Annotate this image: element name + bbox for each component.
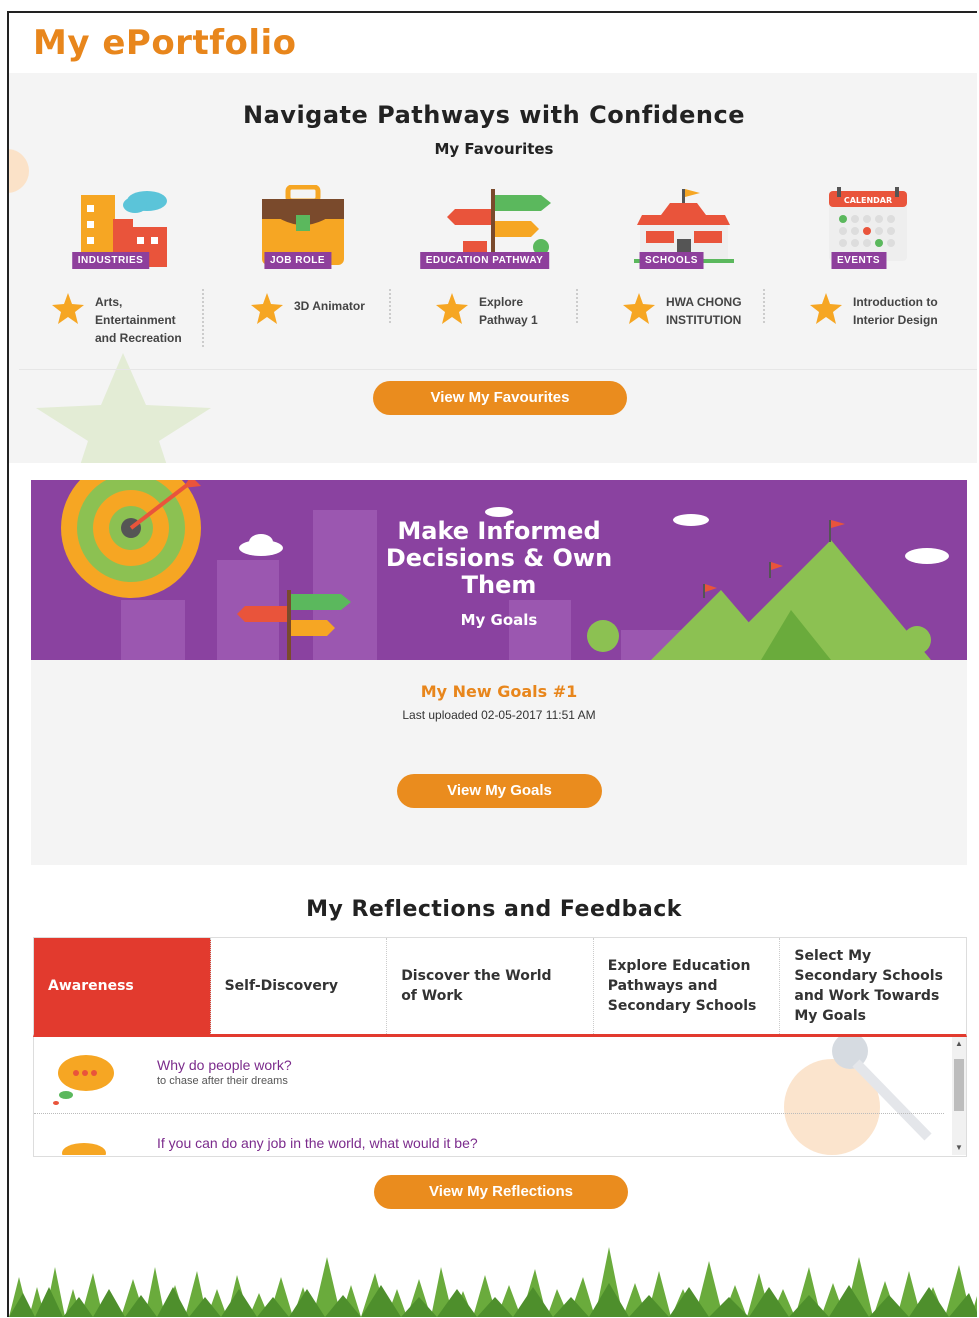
star-icon: [52, 293, 84, 324]
tab-explore-education-pathways[interactable]: Explore Education Pathways and Secondary…: [594, 938, 781, 1034]
goal-title[interactable]: My New Goals #1: [31, 682, 967, 701]
list-item[interactable]: Why do people work? to chase after their…: [34, 1037, 944, 1114]
list-item[interactable]: If you can do any job in the world, what…: [34, 1127, 944, 1156]
favourite-item-name: Introduction to Interior Design: [853, 295, 938, 327]
favourite-item[interactable]: Introduction to Interior Design: [809, 289, 944, 359]
favourite-item-name: HWA CHONG INSTITUTION: [666, 295, 742, 327]
favourites-section: Navigate Pathways with Confidence My Fav…: [9, 73, 977, 463]
thought-bubble-icon: [53, 1055, 114, 1105]
category-events[interactable]: CALENDAR EVENTS Introduction to Interior…: [765, 185, 952, 360]
goals-panel: My New Goals #1 Last uploaded 02-05-2017…: [31, 660, 967, 865]
favourite-item[interactable]: Arts, Entertainment and Recreation: [51, 289, 196, 359]
category-schools[interactable]: SCHOOLS HWA CHONG INSTITUTION: [578, 185, 765, 360]
category-industries[interactable]: INDUSTRIES Arts, Entertainment and Recre…: [17, 185, 204, 360]
scroll-down-icon[interactable]: ▼: [954, 1143, 964, 1153]
reflection-tabs: Awareness Self-Discovery Discover the Wo…: [33, 937, 967, 1037]
favourite-item-name: Explore Pathway 1: [479, 295, 538, 327]
star-icon: [436, 293, 468, 324]
goals-banner-subtitle: My Goals: [460, 611, 538, 629]
thought-bubble-icon: [62, 1143, 106, 1155]
favourite-item[interactable]: HWA CHONG INSTITUTION: [622, 289, 757, 359]
favourites-subheading: My Favourites: [434, 140, 554, 158]
star-icon: [623, 293, 655, 324]
tab-self-discovery[interactable]: Self-Discovery: [211, 938, 388, 1034]
favourite-item-name: Arts, Entertainment and Recreation: [95, 295, 182, 345]
category-label: JOB ROLE: [263, 252, 332, 269]
reflection-answer: to chase after their dreams: [157, 1075, 288, 1087]
scroll-up-icon[interactable]: ▲: [954, 1039, 964, 1049]
reflection-question: Why do people work?: [157, 1057, 292, 1073]
category-label: INDUSTRIES: [71, 252, 150, 269]
tab-discover-world-of-work[interactable]: Discover the World of Work: [387, 938, 594, 1034]
calendar-text: CALENDAR: [844, 196, 892, 205]
category-job-role[interactable]: JOB ROLE 3D Animator: [204, 184, 391, 360]
reflections-heading: My Reflections and Feedback: [306, 897, 682, 922]
tab-select-secondary-schools[interactable]: Select My Secondary Schools and Work Tow…: [780, 938, 966, 1034]
scrollbar-thumb[interactable]: [954, 1059, 964, 1111]
category-education-pathway[interactable]: EDUCATION PATHWAY Explore Pathway 1: [391, 185, 578, 360]
category-label: EDUCATION PATHWAY: [419, 252, 550, 269]
reflection-list: Why do people work? to chase after their…: [33, 1037, 967, 1157]
goal-last-uploaded: Last uploaded 02-05-2017 11:51 AM: [402, 708, 596, 722]
reflection-question: If you can do any job in the world, what…: [157, 1135, 478, 1151]
favourite-item[interactable]: 3D Animator: [250, 289, 383, 359]
view-reflections-button[interactable]: View My Reflections: [374, 1175, 628, 1209]
star-icon: [251, 293, 283, 324]
reflection-scrollbar[interactable]: ▲ ▼: [952, 1037, 966, 1155]
favourites-heading: Navigate Pathways with Confidence: [243, 101, 745, 129]
star-icon: [810, 293, 842, 324]
goals-banner-title: Make Informed Decisions & Own Them: [385, 517, 613, 599]
eportfolio-page: My ePortfolio Navigate Pathways with Con…: [7, 11, 977, 1317]
view-goals-button[interactable]: View My Goals: [397, 774, 602, 808]
view-favourites-button[interactable]: View My Favourites: [373, 381, 627, 415]
goals-banner: Make Informed Decisions & Own Them My Go…: [31, 480, 967, 660]
app-title: My ePortfolio: [33, 23, 297, 63]
favourite-item[interactable]: Explore Pathway 1: [435, 289, 570, 359]
grass-decoration: [9, 1247, 977, 1317]
section-divider: [19, 369, 977, 370]
category-label: EVENTS: [830, 252, 887, 269]
favourite-item-name: 3D Animator: [294, 299, 365, 313]
category-label: SCHOOLS: [639, 252, 704, 269]
tab-awareness[interactable]: Awareness: [34, 938, 211, 1034]
